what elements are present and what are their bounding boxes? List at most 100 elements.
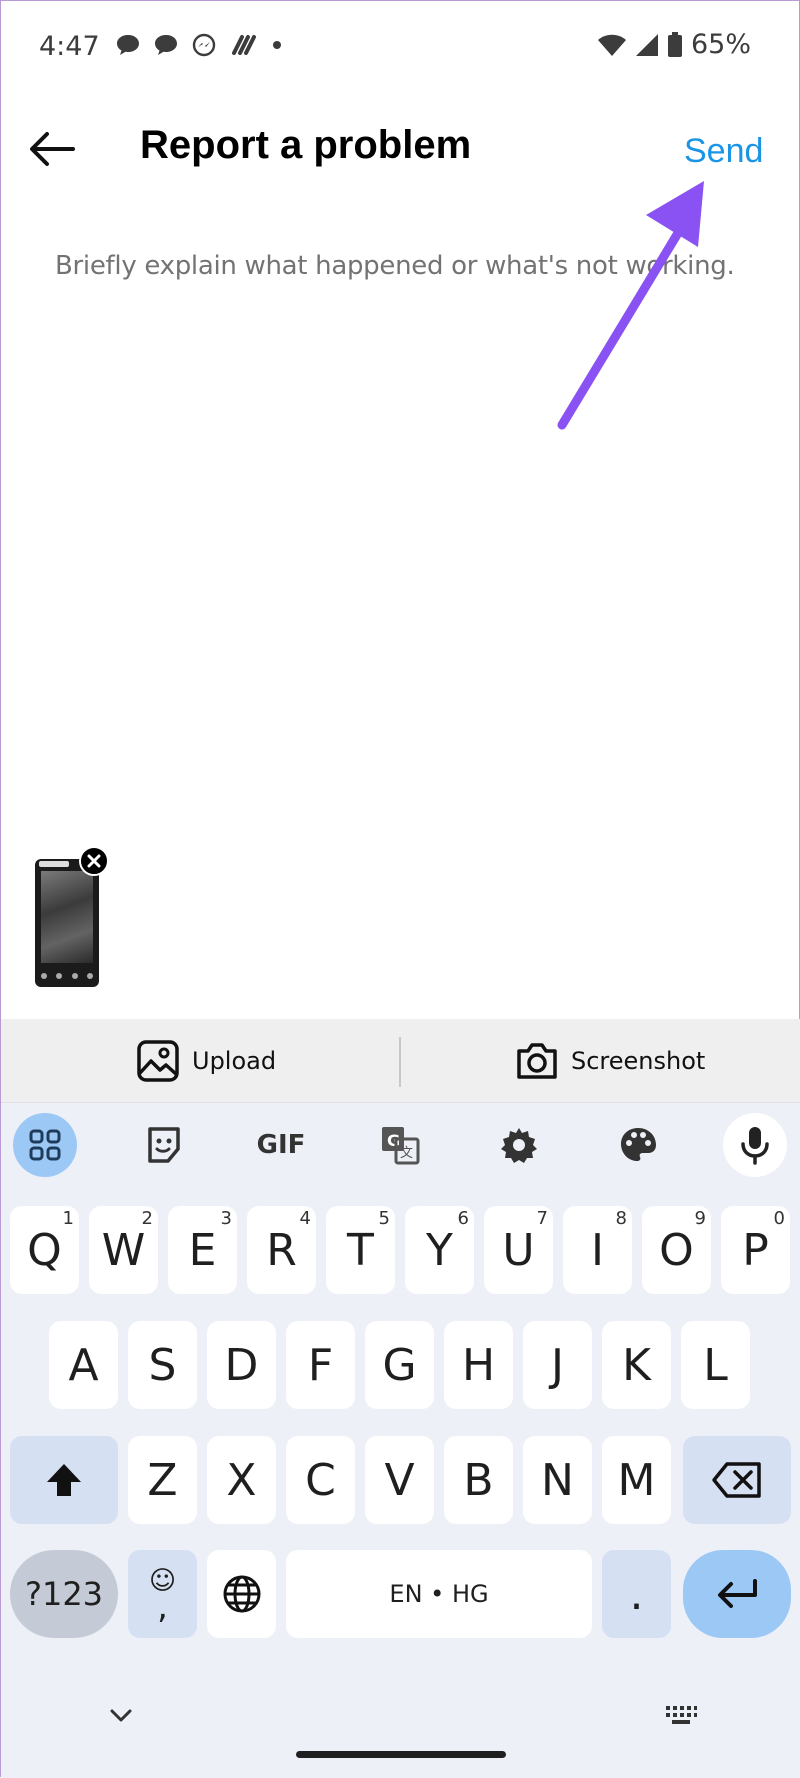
grid-icon <box>29 1129 61 1161</box>
key-hint: 0 <box>773 1208 785 1229</box>
key-label: B <box>463 1454 494 1506</box>
sticker-icon <box>148 1127 180 1163</box>
key-label: EN • HG <box>389 1580 489 1608</box>
period-key[interactable]: . <box>602 1550 671 1638</box>
key-h[interactable]: H <box>444 1321 513 1409</box>
messenger-icon <box>192 33 216 57</box>
key-j[interactable]: J <box>523 1321 592 1409</box>
microphone-icon <box>741 1127 769 1165</box>
key-q[interactable]: Q1 <box>10 1206 79 1294</box>
key-label: C <box>305 1454 336 1506</box>
key-label: U <box>502 1224 535 1276</box>
battery-percentage: 65% <box>690 29 751 60</box>
key-f[interactable]: F <box>286 1321 355 1409</box>
theme-button[interactable] <box>606 1113 670 1177</box>
key-label: D <box>224 1339 259 1391</box>
key-s[interactable]: S <box>128 1321 197 1409</box>
globe-icon <box>223 1575 260 1613</box>
emoji-comma-key[interactable]: ☺ , <box>128 1550 197 1638</box>
backspace-key[interactable] <box>683 1436 791 1524</box>
settings-button[interactable] <box>487 1113 551 1177</box>
key-u[interactable]: U7 <box>484 1206 553 1294</box>
thumbnail-image <box>41 871 93 963</box>
key-o[interactable]: O9 <box>642 1206 711 1294</box>
key-label: H <box>461 1339 496 1391</box>
backspace-icon <box>712 1462 761 1498</box>
description-input[interactable]: Briefly explain what happened or what's … <box>55 251 755 281</box>
screenshot-label: Screenshot <box>571 1047 706 1075</box>
send-button[interactable]: Send <box>684 132 763 171</box>
upload-label: Upload <box>192 1047 277 1075</box>
key-r[interactable]: R4 <box>247 1206 316 1294</box>
key-label: , <box>157 1587 168 1627</box>
voice-input-button[interactable] <box>723 1113 787 1177</box>
key-l[interactable]: L <box>681 1321 750 1409</box>
close-icon <box>87 854 101 868</box>
language-key[interactable] <box>207 1550 276 1638</box>
key-n[interactable]: N <box>523 1436 592 1524</box>
key-g[interactable]: G <box>365 1321 434 1409</box>
enter-key[interactable] <box>683 1550 791 1638</box>
battery-icon <box>667 31 682 57</box>
key-label: T <box>347 1224 374 1276</box>
key-p[interactable]: P0 <box>721 1206 790 1294</box>
keyboard-toolbar: GIF G文 <box>1 1103 800 1193</box>
key-label: W <box>101 1224 146 1276</box>
home-indicator[interactable] <box>296 1751 506 1758</box>
attachment-bar: Upload Screenshot <box>1 1019 800 1103</box>
key-k[interactable]: K <box>602 1321 671 1409</box>
wifi-icon <box>597 34 626 56</box>
key-v[interactable]: V <box>365 1436 434 1524</box>
key-hint: 4 <box>299 1208 311 1229</box>
key-hint: 6 <box>457 1208 469 1229</box>
key-label: S <box>148 1339 177 1391</box>
key-t[interactable]: T5 <box>326 1206 395 1294</box>
upload-button[interactable]: Upload <box>136 1037 276 1085</box>
key-label: K <box>622 1339 651 1391</box>
key-e[interactable]: E3 <box>168 1206 237 1294</box>
translate-button[interactable]: G文 <box>368 1113 432 1177</box>
shift-icon <box>47 1464 81 1496</box>
shift-key[interactable] <box>10 1436 118 1524</box>
key-label: . <box>629 1568 644 1620</box>
screenshot-button[interactable]: Screenshot <box>515 1037 705 1085</box>
divider <box>399 1037 401 1087</box>
gear-icon <box>501 1128 537 1163</box>
key-d[interactable]: D <box>207 1321 276 1409</box>
attachment-thumbnail[interactable] <box>35 859 99 987</box>
key-x[interactable]: X <box>207 1436 276 1524</box>
keyboard: GIF G文 Q1 W2 E3 R4 T5 Y6 U7 I8 O9 P0 A S… <box>1 1103 800 1778</box>
key-b[interactable]: B <box>444 1436 513 1524</box>
back-button[interactable] <box>27 129 85 175</box>
status-time: 4:47 <box>39 31 100 62</box>
gif-button[interactable]: GIF <box>249 1113 313 1177</box>
key-hint: 5 <box>378 1208 390 1229</box>
key-c[interactable]: C <box>286 1436 355 1524</box>
key-label: Q <box>27 1224 62 1276</box>
symbols-key[interactable]: ?123 <box>10 1550 118 1638</box>
slack-icon <box>232 35 256 55</box>
key-hint: 8 <box>615 1208 627 1229</box>
sticker-button[interactable] <box>132 1113 196 1177</box>
key-m[interactable]: M <box>602 1436 671 1524</box>
page-title: Report a problem <box>140 123 472 167</box>
space-key[interactable]: EN • HG <box>286 1550 592 1638</box>
key-label: X <box>226 1454 257 1506</box>
camera-icon <box>517 1043 557 1079</box>
apps-button[interactable] <box>13 1113 77 1177</box>
key-a[interactable]: A <box>49 1321 118 1409</box>
key-hint: 2 <box>141 1208 153 1229</box>
key-label: G <box>382 1339 417 1391</box>
notification-icons <box>116 33 282 57</box>
key-z[interactable]: Z <box>128 1436 197 1524</box>
key-y[interactable]: Y6 <box>405 1206 474 1294</box>
key-label: J <box>551 1339 564 1391</box>
key-w[interactable]: W2 <box>89 1206 158 1294</box>
arrow-left-icon <box>30 132 75 166</box>
gif-label: GIF <box>256 1130 306 1160</box>
key-label: A <box>68 1339 99 1391</box>
key-label: E <box>188 1224 217 1276</box>
key-i[interactable]: I8 <box>563 1206 632 1294</box>
key-label: F <box>307 1339 334 1391</box>
remove-attachment-button[interactable] <box>79 846 109 876</box>
